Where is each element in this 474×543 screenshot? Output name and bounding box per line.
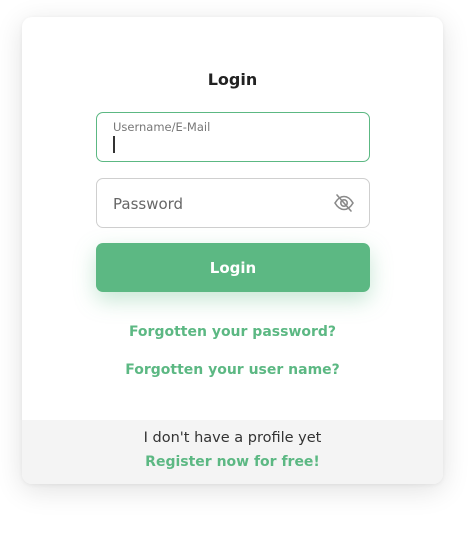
password-input[interactable] bbox=[113, 192, 313, 216]
no-profile-text: I don't have a profile yet bbox=[143, 430, 322, 446]
forgot-password-link[interactable]: Forgotten your password? bbox=[22, 324, 443, 340]
register-link[interactable]: Register now for free! bbox=[22, 454, 443, 470]
username-input[interactable] bbox=[113, 135, 353, 155]
password-field[interactable] bbox=[96, 178, 370, 228]
login-card: Login Username/E-Mail Login Forgotten yo… bbox=[22, 17, 443, 484]
username-field[interactable]: Username/E-Mail bbox=[96, 112, 370, 162]
forgot-username-link[interactable]: Forgotten your user name? bbox=[22, 362, 443, 378]
register-footer: I don't have a profile yet Register now … bbox=[22, 420, 443, 484]
username-label: Username/E-Mail bbox=[113, 120, 211, 134]
eye-slash-icon[interactable] bbox=[333, 193, 355, 213]
login-button[interactable]: Login bbox=[96, 243, 370, 292]
page-title: Login bbox=[207, 70, 258, 89]
